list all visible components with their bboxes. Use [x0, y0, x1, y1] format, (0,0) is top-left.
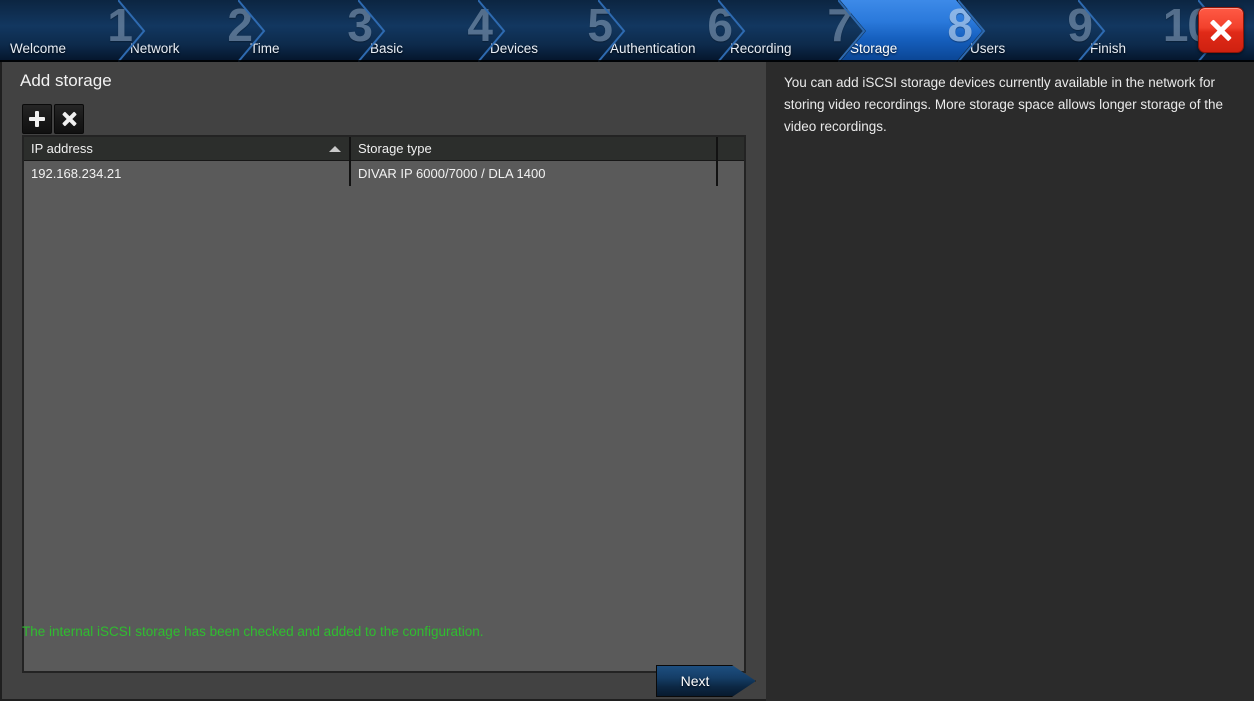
cell-storage-type: DIVAR IP 6000/7000 / DLA 1400	[351, 161, 718, 186]
wizard-step-label: Authentication	[610, 41, 696, 56]
column-header-label: IP address	[31, 141, 93, 156]
help-panel: You can add iSCSI storage devices curren…	[766, 62, 1254, 701]
next-button-label: Next	[680, 673, 710, 689]
close-button[interactable]	[1198, 7, 1244, 53]
wizard-step-label: Network	[130, 41, 180, 56]
storage-list: IP address Storage type 192.168.234.21 DI…	[22, 135, 746, 673]
column-header-label: Storage type	[358, 141, 432, 156]
wizard-step-label: Devices	[490, 41, 539, 56]
wizard-step-label: Welcome	[10, 41, 67, 56]
help-text: You can add iSCSI storage devices curren…	[784, 75, 1223, 134]
column-header-ip-address[interactable]: IP address	[24, 137, 351, 161]
table-header-row: IP address Storage type	[24, 137, 744, 161]
wizard-window: 1 Welcome 2 Network 3 Time 4 Basic 5 Devices 6 Auth…	[0, 0, 1254, 701]
status-message: The internal iSCSI storage has been chec…	[22, 624, 484, 639]
remove-storage-button[interactable]	[54, 104, 84, 134]
page-title: Add storage	[20, 71, 112, 90]
wizard-step-label: Finish	[1090, 41, 1127, 56]
cell-ip-address: 192.168.234.21	[24, 161, 351, 186]
column-header-storage-type[interactable]: Storage type	[351, 137, 718, 161]
wizard-step-label: Basic	[370, 41, 404, 56]
table-row[interactable]: 192.168.234.21 DIVAR IP 6000/7000 / DLA 1…	[24, 161, 744, 186]
wizard-step-label: Users	[970, 41, 1006, 56]
wizard-step-label: Recording	[730, 41, 792, 56]
wizard-step-label: Time	[250, 41, 280, 56]
cell-extra	[718, 161, 744, 186]
add-storage-button[interactable]	[22, 104, 52, 134]
main-panel: Add storage IP address Storage type 192.…	[0, 62, 766, 701]
wizard-step-bar: 1 Welcome 2 Network 3 Time 4 Basic 5 Devices 6 Auth…	[0, 0, 1254, 62]
column-header-extra[interactable]	[718, 137, 744, 161]
storage-toolbar	[22, 104, 84, 134]
table-body: 192.168.234.21 DIVAR IP 6000/7000 / DLA 1…	[24, 161, 744, 186]
sort-ascending-icon	[329, 146, 341, 152]
wizard-step-label: Storage	[850, 41, 898, 56]
wizard-step-recording[interactable]: 7 Recording	[720, 0, 862, 62]
